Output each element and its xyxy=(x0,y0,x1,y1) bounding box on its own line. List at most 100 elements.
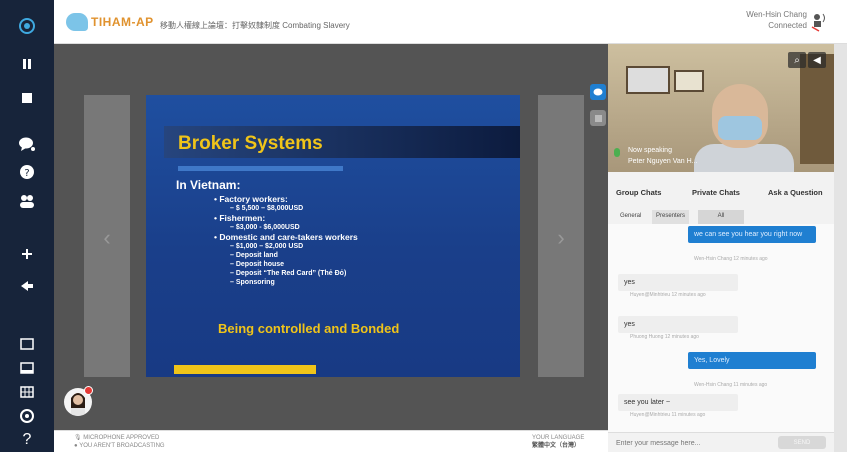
chat-message-meta: Wen-Hsin Chang 12 minutes ago xyxy=(694,256,768,262)
app-window: ? ? TIHAM-AP 移動人權線上論壇：打擊奴隸制度 Combating S… xyxy=(0,0,847,452)
chat-toggle-button[interactable] xyxy=(590,84,606,100)
wall-frame xyxy=(626,66,670,94)
chat-icon xyxy=(593,88,603,95)
shelf xyxy=(800,54,834,164)
chat-messages: we can see you hear you right now Wen-Hsi… xyxy=(608,224,834,432)
top-header: TIHAM-AP 移動人權線上論壇：打擊奴隸制度 Combating Slave… xyxy=(54,0,847,44)
now-speaking-indicator: Now speaking Peter Nguyen Van H... xyxy=(614,146,698,166)
slide-sub-bullet: – Deposit “The Red Card” (Thẻ Đỏ) xyxy=(230,270,347,277)
notes-toggle-button[interactable] xyxy=(590,110,606,126)
plus-icon[interactable] xyxy=(0,240,54,268)
share-icon[interactable] xyxy=(0,272,54,300)
chat-tabs: Group Chats Private Chats Ask a Question xyxy=(608,182,834,202)
slide-bullet-text: $ 5,500 – $8,000USD xyxy=(235,205,304,212)
tab-group-chats[interactable]: Group Chats xyxy=(616,188,661,197)
slide-title: Broker Systems xyxy=(178,133,323,154)
language-label: YOUR LANGUAGE xyxy=(532,435,585,441)
tab-private-chats[interactable]: Private Chats xyxy=(692,188,740,197)
chat-message-sent: we can see you hear you right now xyxy=(688,226,816,243)
slide-sub-bullet: – Deposit house xyxy=(230,261,285,268)
notes-icon xyxy=(594,114,602,122)
chat-input-row: SEND xyxy=(608,432,834,452)
slide-bullet-text: $3,000 - $6,000USD xyxy=(235,224,300,231)
right-edge-strip xyxy=(834,44,847,452)
microphone-status: 🎙 MICROPHONE APPROVED xyxy=(74,435,160,441)
presentation-slide: Broker Systems In Vietnam: • Factory wor… xyxy=(146,95,520,377)
left-sidebar: ? ? xyxy=(0,0,54,452)
next-slide-button[interactable]: › xyxy=(538,95,584,377)
slide-bullet: • Domestic and care-takers workers xyxy=(214,232,358,242)
language-selector[interactable]: YOUR LANGUAGE 繁體中文（台灣） xyxy=(532,434,584,450)
app-logo: TIHAM-AP xyxy=(66,10,154,34)
pause-icon[interactable] xyxy=(0,50,54,78)
slide-bullet-text: Deposit land xyxy=(235,252,278,259)
chat-message-meta: Phuong Huong 12 minutes ago xyxy=(630,334,699,340)
microphone-status-text: MICROPHONE APPROVED xyxy=(83,435,160,441)
chat-message-sent: Yes, Lovely xyxy=(688,352,816,369)
slide-footer: Being controlled and Bonded xyxy=(218,321,400,336)
slide-sub-bullet: – $ 5,500 – $8,000USD xyxy=(230,205,304,212)
zoom-icon[interactable]: ⌕ xyxy=(788,52,806,68)
wall-frame xyxy=(674,70,704,92)
slide-underline xyxy=(178,166,343,171)
slide-bullet-text: Deposit “The Red Card” (Thẻ Đỏ) xyxy=(235,270,347,277)
presentation-stage: ‹ › Broker Systems In Vietnam: • Factory… xyxy=(54,44,608,452)
chat-message-received: yes xyxy=(618,316,738,333)
question-icon[interactable]: ? xyxy=(0,158,54,186)
chat-message-received: see you later ~ xyxy=(618,394,738,411)
slide-sub-bullet: – $1,000 – $2,000 USD xyxy=(230,243,304,250)
now-speaking-label: Now speaking xyxy=(628,147,672,154)
status-bar: 🎙 MICROPHONE APPROVED ● YOU AREN'T BROAD… xyxy=(54,430,608,452)
slide-bottom-bar xyxy=(174,365,316,374)
chat-bubble-icon[interactable] xyxy=(0,130,54,158)
chat-message-input[interactable] xyxy=(616,437,766,449)
language-value: 繁體中文（台灣） xyxy=(532,443,581,449)
broadcast-status: 🎙 MICROPHONE APPROVED ● YOU AREN'T BROAD… xyxy=(74,434,165,450)
slide-heading: In Vietnam: xyxy=(176,178,241,192)
logo-icon[interactable] xyxy=(0,12,54,40)
speaker-mask xyxy=(718,116,762,140)
chat-message-meta: Huyen@Minhtrieu 12 minutes ago xyxy=(630,292,706,298)
user-info: Wen-Hsin Chang Connected xyxy=(746,9,807,31)
microphone-icon xyxy=(614,148,620,157)
speaker-body xyxy=(694,144,794,172)
broadcasting-status-text: YOU AREN'T BROADCASTING xyxy=(79,443,165,449)
slide-bullet: • Factory workers: xyxy=(214,194,288,204)
people-icon[interactable] xyxy=(0,188,54,216)
slide-bullet-list: • Factory workers: – $ 5,500 – $8,000USD •… xyxy=(214,194,514,287)
slide-bullet-text: $1,000 – $2,000 USD xyxy=(235,243,304,250)
chevron-right-icon: › xyxy=(557,225,565,250)
chat-message-meta: Wen-Hsin Chang 11 minutes ago xyxy=(694,382,768,388)
chat-panel: Group Chats Private Chats Ask a Question… xyxy=(608,172,834,452)
subtab-general[interactable]: General xyxy=(616,210,646,224)
chat-message-received: yes xyxy=(618,274,738,291)
audio-settings-icon[interactable] xyxy=(809,10,829,32)
tab-ask-question[interactable]: Ask a Question xyxy=(768,188,823,197)
room-title: 移動人權線上論壇：打擊奴隸制度 Combating Slavery xyxy=(160,21,350,30)
slide-sub-bullet: – Sponsoring xyxy=(230,279,275,286)
slide-bullet-text: Deposit house xyxy=(235,261,285,268)
slide-bullet-text: Fishermen: xyxy=(219,213,266,223)
help-icon[interactable]: ? xyxy=(0,426,54,452)
stop-icon[interactable] xyxy=(0,84,54,112)
logo-text: TIHAM-AP xyxy=(91,15,154,29)
chat-message-meta: Huyen@Minhtrieu 11 minutes ago xyxy=(630,412,706,418)
svg-text:?: ? xyxy=(24,168,29,179)
send-button[interactable]: SEND xyxy=(778,436,826,449)
notification-badge xyxy=(84,386,93,395)
slide-sub-bullet: – Deposit land xyxy=(230,252,278,259)
user-name: Wen-Hsin Chang xyxy=(746,10,807,19)
connection-status: Connected xyxy=(768,21,807,30)
speaker-name: Peter Nguyen Van H... xyxy=(628,158,698,165)
slide-bullet-text: Sponsoring xyxy=(235,279,275,286)
prev-slide-button[interactable]: ‹ xyxy=(84,95,130,377)
volume-icon[interactable]: ◀ xyxy=(808,52,826,68)
logo-mark-icon xyxy=(66,13,88,31)
subtab-all[interactable]: All xyxy=(698,210,744,224)
slide-sub-bullet: – $3,000 - $6,000USD xyxy=(230,224,300,231)
speaker-video: ⌕ ◀ Now speaking Peter Nguyen Van H... xyxy=(608,44,834,172)
slide-bullet: • Fishermen: xyxy=(214,213,266,223)
broadcasting-status: ● YOU AREN'T BROADCASTING xyxy=(74,443,165,449)
chevron-left-icon: ‹ xyxy=(103,225,111,250)
subtab-presenters[interactable]: Presenters xyxy=(652,210,690,224)
